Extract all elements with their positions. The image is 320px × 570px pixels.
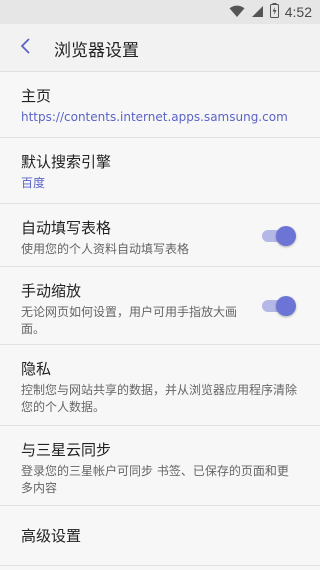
status-time: 4:52 bbox=[284, 4, 312, 20]
settings-list: 主页 https://contents.internet.apps.samsun… bbox=[0, 72, 320, 566]
battery-icon bbox=[269, 2, 279, 22]
setting-advanced[interactable]: 高级设置 bbox=[0, 506, 320, 566]
setting-title: 自动填写表格 bbox=[21, 219, 112, 237]
status-bar: 4:52 bbox=[0, 0, 320, 24]
setting-title: 高级设置 bbox=[21, 527, 82, 545]
app-bar: 浏览器设置 bbox=[0, 24, 320, 72]
setting-title: 主页 bbox=[21, 87, 52, 105]
setting-manual-zoom[interactable]: 手动缩放 无论网页如何设置，用户可用手指放大画面。 bbox=[0, 267, 320, 345]
setting-description: 使用您的个人资料自动填写表格 bbox=[21, 242, 190, 256]
setting-description: 无论网页如何设置，用户可用手指放大画面。 bbox=[21, 305, 238, 336]
setting-description: 登录您的三星帐户可同步 书签、已保存的页面和更多内容 bbox=[21, 464, 289, 495]
manual-zoom-toggle[interactable] bbox=[262, 295, 296, 316]
signal-icon bbox=[251, 3, 264, 22]
setting-samsung-cloud-sync[interactable]: 与三星云同步 登录您的三星帐户可同步 书签、已保存的页面和更多内容 bbox=[0, 426, 320, 506]
setting-title: 默认搜索引擎 bbox=[21, 153, 112, 171]
setting-privacy[interactable]: 隐私 控制您与网站共享的数据，并从浏览器应用程序清除您的个人数据。 bbox=[0, 345, 320, 426]
autofill-toggle[interactable] bbox=[262, 225, 296, 246]
setting-description: 控制您与网站共享的数据，并从浏览器应用程序清除您的个人数据。 bbox=[21, 383, 298, 414]
chevron-left-icon bbox=[20, 38, 32, 58]
setting-value: 百度 bbox=[21, 176, 46, 190]
setting-title: 手动缩放 bbox=[21, 282, 82, 300]
setting-search-engine[interactable]: 默认搜索引擎 百度 bbox=[0, 138, 320, 204]
back-button[interactable] bbox=[10, 32, 42, 64]
page-title: 浏览器设置 bbox=[54, 41, 139, 61]
setting-autofill[interactable]: 自动填写表格 使用您的个人资料自动填写表格 bbox=[0, 204, 320, 267]
setting-homepage[interactable]: 主页 https://contents.internet.apps.samsun… bbox=[0, 72, 320, 138]
setting-value: https://contents.internet.apps.samsung.c… bbox=[21, 110, 288, 124]
setting-title: 隐私 bbox=[21, 360, 52, 378]
wifi-icon bbox=[229, 3, 245, 22]
setting-title: 与三星云同步 bbox=[21, 441, 112, 459]
